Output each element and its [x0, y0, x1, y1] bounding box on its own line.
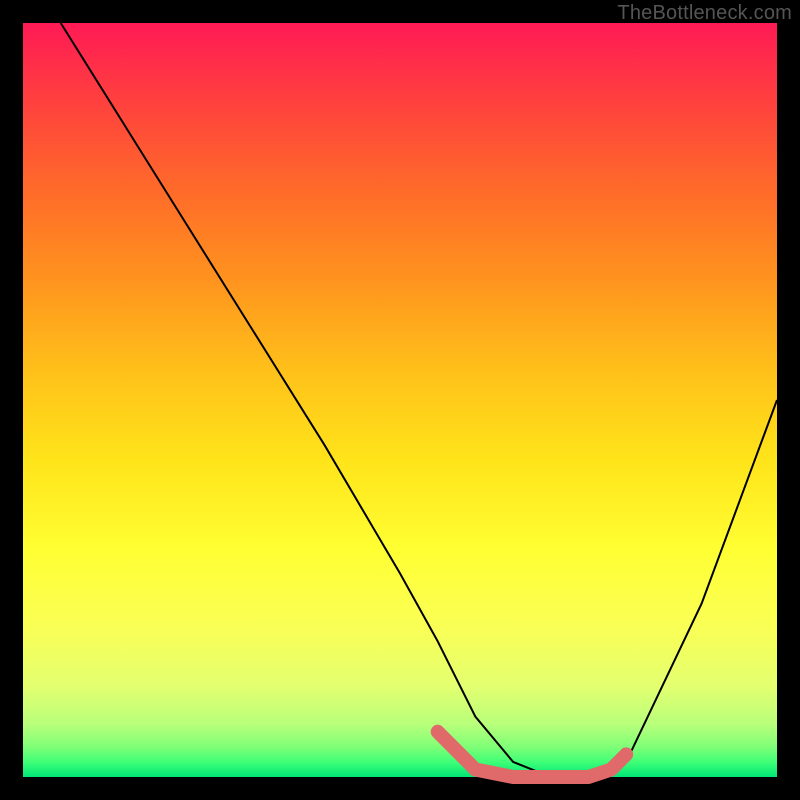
curve-path — [61, 23, 777, 777]
watermark-text: TheBottleneck.com — [617, 2, 792, 25]
chart-plot-area — [23, 23, 777, 777]
chart-svg — [23, 23, 777, 777]
floor-band-path — [438, 732, 627, 777]
